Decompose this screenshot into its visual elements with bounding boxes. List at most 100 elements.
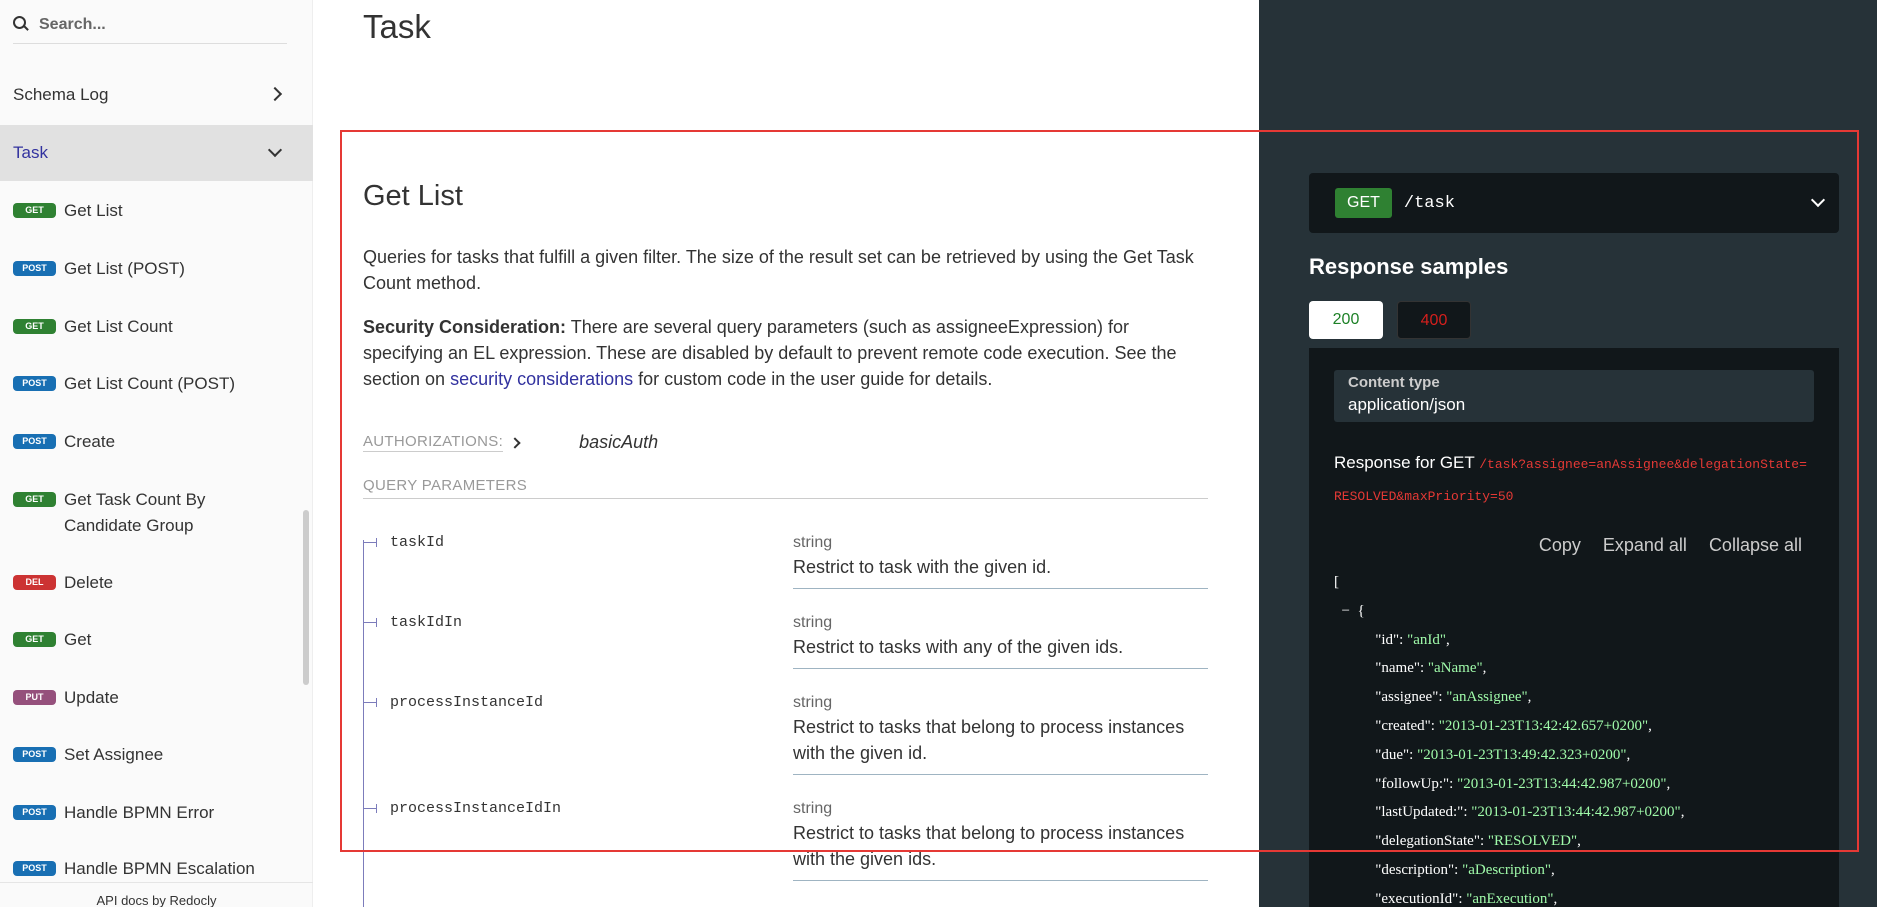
method-badge: GET — [13, 632, 56, 647]
json-value: "2013-01-23T13:49:42.323+0200" — [1417, 746, 1627, 763]
json-key: "lastUpdated:" — [1375, 804, 1464, 821]
sample-actions: Copy Expand all Collapse all — [1539, 535, 1802, 556]
response-for-label: Response for GET — [1334, 453, 1475, 472]
search-input[interactable] — [39, 15, 279, 34]
param-desc: Restrict to tasks that belong to process… — [793, 717, 1185, 763]
json-value: "aName" — [1427, 660, 1483, 677]
sidebar-item-get-list[interactable]: GET Get List — [0, 198, 313, 224]
json-key: "id" — [1375, 631, 1400, 648]
json-sample: [ − { "id": "anId", "name": "aName", "as… — [1334, 568, 1684, 907]
param-detail: string Restrict to task with the given i… — [793, 532, 1208, 589]
sidebar-item-create[interactable]: POST Create — [0, 429, 313, 455]
param-name: processInstanceIdIn — [390, 800, 562, 817]
tab-400[interactable]: 400 — [1397, 301, 1471, 339]
security-considerations-link[interactable]: security considerations — [450, 369, 633, 389]
endpoint-toggle[interactable]: GET /task — [1309, 173, 1839, 233]
sidebar: Schema Log Task GET Get List POST Get Li… — [0, 0, 313, 907]
json-row: "due": "2013-01-23T13:49:42.323+0200", — [1375, 746, 1631, 763]
operation-description: Queries for tasks that fulfill a given f… — [363, 247, 1194, 293]
sidebar-item-task[interactable]: Task — [0, 125, 313, 181]
json-value: "anAssignee" — [1446, 689, 1528, 706]
sidebar-item-label: Get — [64, 630, 92, 649]
search-icon — [13, 15, 31, 34]
json-value: "2013-01-23T13:44:42.987+0200" — [1457, 775, 1667, 792]
method-badge: POST — [13, 805, 56, 820]
sidebar-item-get-list-post[interactable]: POST Get List (POST) — [0, 256, 313, 282]
sidebar-item-schema-log[interactable]: Schema Log — [0, 82, 313, 112]
chevron-right-icon — [267, 86, 283, 102]
json-row: "id": "anId", — [1375, 631, 1450, 648]
method-badge: POST — [13, 261, 56, 276]
sidebar-item-get-list-count[interactable]: GET Get List Count — [0, 314, 313, 340]
method-badge: POST — [13, 747, 56, 762]
json-row: "assignee": "anAssignee", — [1375, 689, 1532, 706]
param-desc: Restrict to task with the given id. — [793, 557, 1052, 577]
param-desc: Restrict to tasks with any of the given … — [793, 637, 1124, 657]
sidebar-item-label: Get List Count — [64, 317, 173, 336]
content-type-select[interactable]: Content type application/json — [1334, 370, 1814, 422]
sidebar-item-get[interactable]: GET Get — [0, 627, 313, 653]
sidebar-item-label: Get Task Count By Candidate Group — [64, 490, 206, 535]
param-detail: string Restrict to tasks with any of the… — [793, 612, 1208, 669]
security-label: Security Consideration: — [363, 317, 567, 337]
param-type: string — [793, 534, 833, 551]
json-row: "delegationState": "RESOLVED", — [1375, 833, 1581, 850]
param-type: string — [793, 694, 833, 711]
sidebar-item-label: Schema Log — [13, 85, 109, 104]
params-tree-line — [363, 540, 364, 907]
method-badge: GET — [13, 203, 56, 218]
sidebar-item-label: Get List (POST) — [64, 259, 185, 278]
tab-200[interactable]: 200 — [1309, 301, 1383, 339]
tree-branch-icon — [363, 804, 377, 813]
chevron-down-icon — [267, 142, 283, 158]
security-tail: for custom code in the user guide for de… — [633, 369, 993, 389]
sidebar-item-get-list-count-post[interactable]: POST Get List Count (POST) — [0, 371, 313, 397]
sidebar-item-set-assignee[interactable]: POST Set Assignee — [0, 742, 313, 768]
method-badge: POST — [13, 434, 56, 449]
sidebar-item-delete[interactable]: DEL Delete — [0, 570, 313, 596]
section-title: Get List — [363, 180, 463, 212]
samples-panel: GET /task Response samples 200 400 Conte… — [1259, 0, 1877, 907]
sidebar-item-get-task-count-by-candidate-group[interactable]: GET Get Task Count By Candidate Group — [0, 487, 313, 539]
json-key: "followUp:" — [1375, 775, 1450, 792]
sidebar-item-label: Handle BPMN Escalation — [64, 859, 255, 878]
authorizations-label: AUTHORIZATIONS: — [363, 433, 504, 452]
json-row: "description": "aDescription", — [1375, 861, 1555, 878]
json-key: "delegationState" — [1375, 833, 1480, 850]
json-key: "due" — [1375, 746, 1410, 763]
sidebar-item-label: Get List Count (POST) — [64, 374, 235, 393]
sidebar-item-handle-bpmn-escalation[interactable]: POST Handle BPMN Escalation — [0, 856, 313, 882]
sidebar-item-label: Delete — [64, 573, 114, 592]
sidebar-item-update[interactable]: PUT Update — [0, 685, 313, 711]
param-detail: string Restrict to tasks that belong to … — [793, 798, 1208, 881]
json-value: "RESOLVED" — [1487, 833, 1578, 850]
json-row: "followUp:": "2013-01-23T13:44:42.987+02… — [1375, 775, 1671, 792]
json-row: "lastUpdated:": "2013-01-23T13:44:42.987… — [1375, 804, 1685, 821]
endpoint-method-badge: GET — [1335, 188, 1392, 218]
json-value: "anExecution" — [1466, 890, 1554, 907]
param-name: taskId — [390, 534, 445, 551]
collapse-toggle[interactable]: − — [1342, 603, 1350, 619]
json-row: "executionId": "anExecution", — [1375, 890, 1558, 907]
footer-link[interactable]: API docs by Redocly — [0, 882, 313, 907]
sidebar-item-label: Set Assignee — [64, 745, 164, 764]
main-content: Task Get List Queries for tasks that ful… — [313, 0, 1259, 907]
method-badge: GET — [13, 492, 56, 507]
json-key: "description" — [1375, 861, 1455, 878]
json-value: "2013-01-23T13:42:42.657+0200" — [1438, 717, 1649, 734]
response-sample-box: Content type application/json Response f… — [1309, 348, 1839, 907]
collapse-all-button[interactable]: Collapse all — [1709, 535, 1802, 556]
tree-branch-icon — [363, 618, 377, 627]
param-detail: string Restrict to tasks that belong to … — [793, 692, 1208, 775]
json-key: "name" — [1375, 660, 1420, 677]
sidebar-scrollbar[interactable] — [303, 510, 309, 685]
json-object-open: − { — [1334, 597, 1684, 626]
json-value: "anId" — [1407, 631, 1446, 648]
param-type: string — [793, 800, 833, 817]
json-key: "executionId" — [1375, 890, 1459, 907]
chevron-down-icon — [1810, 192, 1826, 208]
authorizations-row[interactable]: AUTHORIZATIONS: basicAuth — [363, 432, 658, 453]
expand-all-button[interactable]: Expand all — [1603, 535, 1687, 556]
copy-button[interactable]: Copy — [1539, 535, 1581, 556]
sidebar-item-handle-bpmn-error[interactable]: POST Handle BPMN Error — [0, 800, 313, 826]
